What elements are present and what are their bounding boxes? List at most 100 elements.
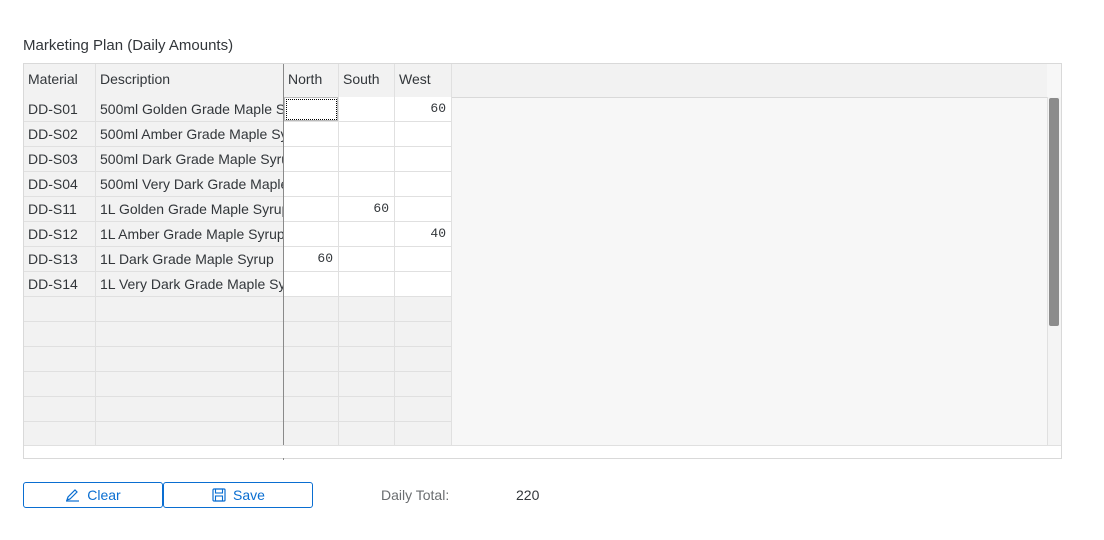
page-title: Marketing Plan (Daily Amounts) (23, 37, 234, 54)
empty-table-row (24, 297, 452, 322)
cell-description: 1L Dark Grade Maple Syrup (96, 247, 283, 272)
cell-west[interactable]: 40 (395, 222, 452, 247)
cell-south[interactable] (339, 172, 395, 197)
daily-total-label: Daily Total: (381, 487, 450, 503)
daily-total-value: 220 (516, 487, 540, 503)
empty-table-row (24, 347, 452, 372)
column-header-description[interactable]: Description (96, 64, 283, 97)
cell-material (24, 347, 96, 372)
cell-north[interactable] (284, 97, 339, 122)
cell-north (284, 397, 339, 422)
cell-material (24, 422, 96, 447)
horizontal-scrollbar[interactable] (24, 445, 1061, 458)
cell-description (96, 322, 283, 347)
cell-description: 500ml Very Dark Grade Maple (96, 172, 283, 197)
table-row: DD-S03 500ml Dark Grade Maple Syru (24, 147, 452, 172)
cell-material: DD-S04 (24, 172, 96, 197)
column-header-material[interactable]: Material (24, 64, 96, 97)
cell-south[interactable] (339, 272, 395, 297)
marketing-plan-table: Material Description North South West DD… (23, 63, 1062, 460)
cell-west[interactable] (395, 172, 452, 197)
column-header-south[interactable]: South (339, 64, 395, 97)
cell-south[interactable] (339, 222, 395, 247)
cell-material (24, 397, 96, 422)
cell-description: 1L Golden Grade Maple Syrup (96, 197, 283, 222)
cell-south[interactable] (339, 97, 395, 122)
table-row: DD-S04 500ml Very Dark Grade Maple (24, 172, 452, 197)
cell-west[interactable] (395, 272, 452, 297)
cell-north (284, 322, 339, 347)
cell-material: DD-S01 (24, 97, 96, 122)
cell-north[interactable] (284, 272, 339, 297)
table-header: Material Description North South West (24, 64, 1047, 98)
cell-west (395, 347, 452, 372)
cell-north[interactable] (284, 172, 339, 197)
empty-table-row (24, 422, 452, 447)
cell-description (96, 372, 283, 397)
cell-north (284, 422, 339, 447)
cell-north[interactable] (284, 122, 339, 147)
cell-description: 1L Very Dark Grade Maple Sy (96, 272, 283, 297)
cell-description (96, 297, 283, 322)
cell-north[interactable] (284, 222, 339, 247)
cell-south (339, 322, 395, 347)
pencil-icon (66, 489, 80, 502)
cell-north[interactable] (284, 197, 339, 222)
table-row: DD-S13 1L Dark Grade Maple Syrup 60 (24, 247, 452, 272)
cell-west (395, 397, 452, 422)
column-header-west[interactable]: West (395, 64, 452, 97)
cell-material: DD-S13 (24, 247, 96, 272)
cell-south (339, 397, 395, 422)
cell-south[interactable]: 60 (339, 197, 395, 222)
cell-north (284, 297, 339, 322)
cell-west[interactable] (395, 122, 452, 147)
cell-west (395, 297, 452, 322)
cell-description: 500ml Amber Grade Maple Sy (96, 122, 283, 147)
cell-west (395, 322, 452, 347)
clear-button-label: Clear (87, 487, 121, 503)
cell-north (284, 372, 339, 397)
cell-description: 500ml Golden Grade Maple S (96, 97, 283, 122)
cell-description: 500ml Dark Grade Maple Syru (96, 147, 283, 172)
cell-south (339, 372, 395, 397)
cell-south (339, 347, 395, 372)
empty-table-row (24, 372, 452, 397)
save-button-label: Save (233, 487, 265, 503)
cell-north[interactable] (284, 147, 339, 172)
cell-west (395, 372, 452, 397)
cell-south[interactable] (339, 247, 395, 272)
cell-south[interactable] (339, 147, 395, 172)
cell-description (96, 347, 283, 372)
save-button[interactable]: Save (163, 482, 313, 508)
cell-material (24, 372, 96, 397)
cell-south (339, 422, 395, 447)
empty-table-row (24, 322, 452, 347)
cell-material: DD-S03 (24, 147, 96, 172)
clear-button[interactable]: Clear (23, 482, 163, 508)
table-row: DD-S12 1L Amber Grade Maple Syrup 40 (24, 222, 452, 247)
cell-north (284, 347, 339, 372)
table-row: DD-S02 500ml Amber Grade Maple Sy (24, 122, 452, 147)
vertical-scrollbar[interactable] (1047, 97, 1061, 446)
table-row: DD-S11 1L Golden Grade Maple Syrup 60 (24, 197, 452, 222)
cell-west[interactable] (395, 247, 452, 272)
scrollbar-thumb[interactable] (1049, 98, 1059, 326)
cell-south[interactable] (339, 122, 395, 147)
cell-material: DD-S12 (24, 222, 96, 247)
fixed-column-divider (283, 64, 284, 460)
cell-south (339, 297, 395, 322)
empty-table-row (24, 397, 452, 422)
cell-north[interactable]: 60 (284, 247, 339, 272)
cell-west[interactable] (395, 197, 452, 222)
cell-description: 1L Amber Grade Maple Syrup (96, 222, 283, 247)
cell-material (24, 297, 96, 322)
table-row: DD-S01 500ml Golden Grade Maple S 60 (24, 97, 452, 122)
cell-west[interactable] (395, 147, 452, 172)
cell-material: DD-S14 (24, 272, 96, 297)
cell-west[interactable]: 60 (395, 97, 452, 122)
cell-west (395, 422, 452, 447)
cell-material: DD-S11 (24, 197, 96, 222)
column-header-north[interactable]: North (284, 64, 339, 97)
save-icon (212, 488, 226, 502)
cell-material (24, 322, 96, 347)
